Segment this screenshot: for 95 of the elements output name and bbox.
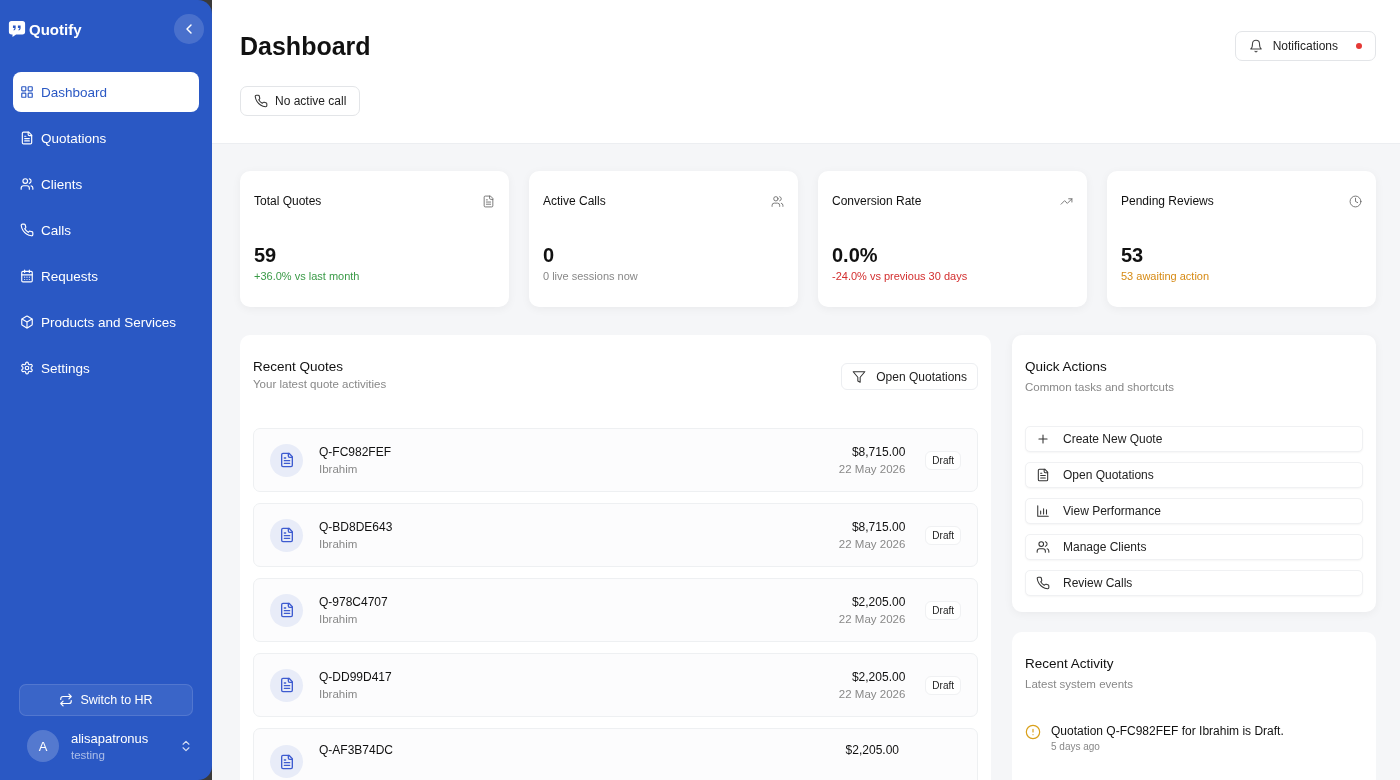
quote-row[interactable]: Q-BD8DE643 Ibrahim $8,715.00 22 May 2026 Draft — [253, 503, 978, 567]
activity-time: 5 days ago — [1051, 741, 1101, 752]
quote-id: Q-DD99D417 — [319, 670, 392, 684]
phone-icon — [1036, 576, 1050, 590]
quote-id: Q-BD8DE643 — [319, 520, 393, 534]
quote-date: 22 May 2026 — [838, 463, 906, 475]
activity-text: Quotation Q-FC982FEF for Ibrahim is Draft. — [1051, 724, 1284, 738]
quote-amount: $8,715.00 — [850, 445, 906, 459]
stat-value: 59 — [254, 244, 278, 267]
user-role: testing — [71, 749, 106, 761]
nav-item[interactable]: Settings — [13, 348, 199, 388]
nav-item[interactable]: Calls — [13, 210, 199, 250]
status-badge: Draft — [925, 525, 961, 545]
brand-name: Quotify — [29, 20, 82, 38]
open-quotations-button[interactable]: Open Quotations — [841, 363, 978, 390]
quote-date: 22 May 2026 — [838, 688, 906, 700]
document-icon — [278, 602, 295, 618]
quote-id: Q-FC982FEF — [319, 445, 391, 459]
stat-value: 0 — [543, 244, 556, 267]
client-name: Ibrahim — [319, 463, 359, 475]
dashboard-icon — [20, 85, 34, 99]
stat-note: 53 awaiting action — [1121, 270, 1210, 282]
quick-action-button[interactable]: View Performance — [1025, 498, 1363, 524]
document-icon — [482, 194, 495, 208]
nav-item[interactable]: Clients — [13, 164, 199, 204]
nav-item[interactable]: Products and Services — [13, 302, 199, 342]
plus-icon — [1036, 432, 1050, 446]
phone-icon — [254, 94, 268, 108]
client-name: Ibrahim — [319, 688, 359, 700]
quote-date: 22 May 2026 — [838, 538, 906, 550]
stat-value: 0.0% — [832, 244, 879, 267]
user-name: alisapatronus — [71, 731, 149, 746]
client-name: Ibrahim — [319, 613, 359, 625]
stat-value: 53 — [1121, 244, 1145, 267]
quote-amount: $8,715.00 — [850, 520, 906, 534]
quick-action-button[interactable]: Review Calls — [1025, 570, 1363, 596]
bell-icon — [1248, 39, 1263, 53]
quote-id: Q-AF3B74DC — [319, 743, 394, 757]
stat-title: Conversion Rate — [832, 194, 922, 208]
quick-action-button[interactable]: Create New Quote — [1025, 426, 1363, 452]
quote-row[interactable]: Q-AF3B74DC $2,205.00 — [253, 728, 978, 780]
call-status-button[interactable]: No active call — [240, 86, 361, 116]
calendar-icon — [20, 269, 34, 283]
document-icon — [278, 753, 295, 770]
alert-icon — [1025, 724, 1041, 740]
nav-item[interactable]: Requests — [13, 256, 199, 296]
quote-row[interactable]: Q-FC982FEF Ibrahim $8,715.00 22 May 2026 Draft — [253, 428, 978, 492]
quick-action-button[interactable]: Manage Clients — [1025, 534, 1363, 560]
logo-icon — [8, 20, 26, 38]
quick-action-button[interactable]: Open Quotations — [1025, 462, 1363, 488]
document-icon — [278, 677, 295, 693]
stat-title: Pending Reviews — [1121, 194, 1214, 208]
document-icon — [20, 131, 34, 145]
quote-amount: $2,205.00 — [850, 595, 906, 609]
stat-note: 0 live sessions now — [543, 270, 638, 282]
stat-note: +36.0% vs last month — [254, 270, 360, 282]
section-title: Recent Activity — [1025, 656, 1115, 671]
users-icon — [20, 177, 34, 191]
section-subtitle: Your latest quote activities — [253, 378, 387, 390]
nav-item[interactable]: Dashboard — [13, 72, 199, 112]
users-icon — [1036, 540, 1050, 554]
stat-title: Total Quotes — [254, 194, 322, 208]
clock-icon — [1349, 194, 1362, 208]
box-icon — [20, 315, 34, 329]
settings-icon — [20, 361, 34, 375]
stat-note: -24.0% vs previous 30 days — [832, 270, 968, 282]
document-icon — [278, 527, 295, 543]
collapse-button[interactable] — [174, 14, 204, 44]
section-title: Recent Quotes — [253, 359, 345, 374]
filter-icon — [852, 369, 867, 384]
quote-id: Q-978C4707 — [319, 595, 388, 609]
quote-row[interactable]: Q-978C4707 Ibrahim $2,205.00 22 May 2026 Draft — [253, 578, 978, 642]
user-avatar: A — [27, 730, 59, 762]
stat-title: Active Calls — [543, 194, 606, 208]
section-title: Quick Actions — [1025, 359, 1108, 374]
status-badge: Draft — [925, 675, 961, 695]
section-subtitle: Common tasks and shortcuts — [1025, 381, 1175, 393]
quote-amount: $2,205.00 — [850, 670, 906, 684]
document-icon — [1036, 468, 1050, 482]
bar-chart-icon — [1036, 504, 1050, 518]
quote-amount: $2,205.00 — [845, 743, 899, 757]
notifications-button[interactable]: Notifications — [1234, 31, 1376, 61]
document-icon — [278, 452, 295, 468]
client-name: Ibrahim — [319, 538, 359, 550]
swap-icon — [59, 693, 74, 707]
phone-icon — [20, 223, 34, 237]
switch-button[interactable]: Switch to HR — [19, 684, 193, 716]
nav-item[interactable]: Quotations — [13, 118, 199, 158]
quote-row[interactable]: Q-DD99D417 Ibrahim $2,205.00 22 May 2026 Draft — [253, 653, 978, 717]
status-badge: Draft — [925, 450, 961, 470]
users-icon — [771, 194, 784, 208]
page-title: Dashboard — [240, 31, 371, 62]
quote-date: 22 May 2026 — [838, 613, 906, 625]
status-badge: Draft — [925, 600, 961, 620]
section-subtitle: Latest system events — [1025, 678, 1135, 690]
